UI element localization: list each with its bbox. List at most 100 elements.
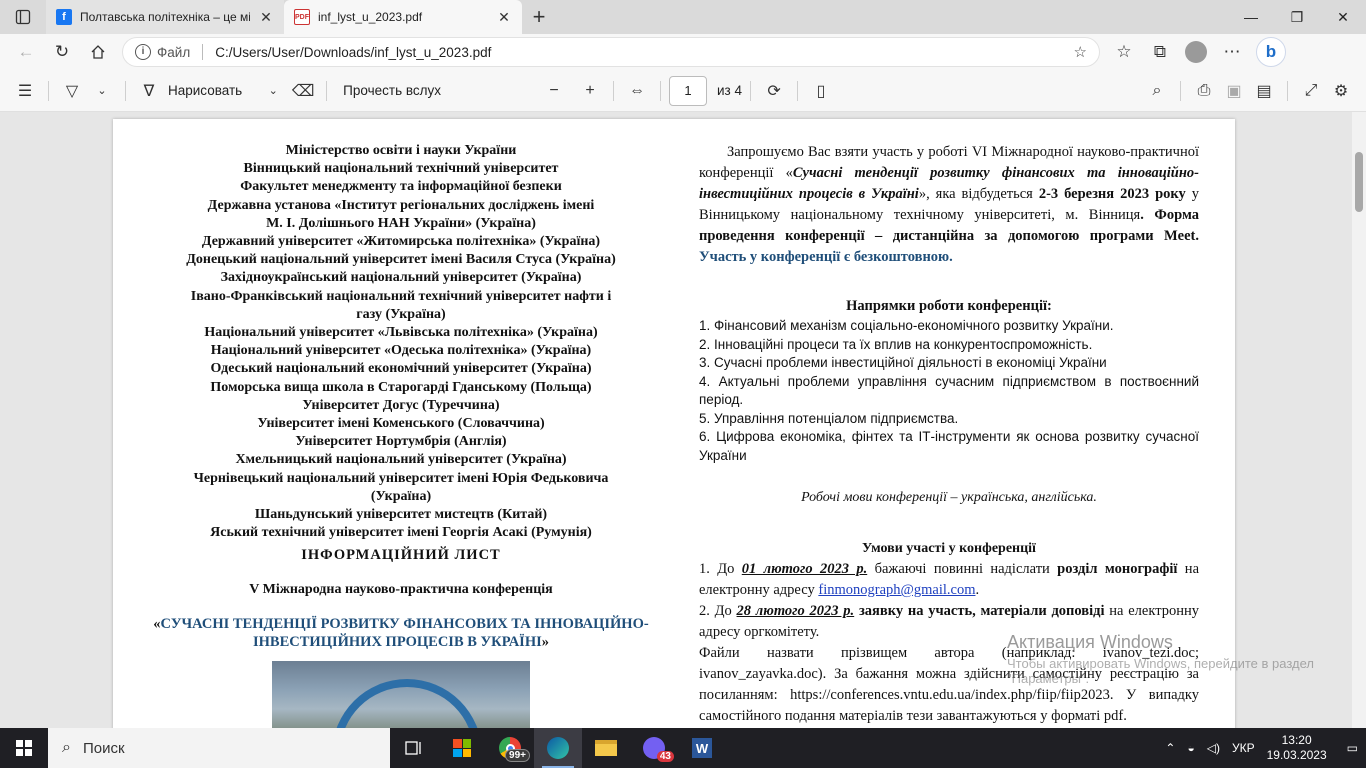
windows-activation-title: Активация Windows (1007, 632, 1173, 652)
clock-date: 19.03.2023 (1266, 748, 1327, 762)
conference-name: «СУЧАСНІ ТЕНДЕНЦІЇ РОЗВИТКУ ФІНАНСОВИХ Т… (153, 615, 649, 651)
read-aloud-button[interactable]: Прочесть вслух (343, 83, 441, 98)
direction-item: 3. Сучасні проблеми інвестиційної діяльн… (699, 355, 1107, 370)
rotate-icon[interactable]: ⟳ (759, 76, 789, 106)
directions-title: Напрямки роботи конференції: (846, 298, 1052, 314)
word-icon[interactable]: W (678, 728, 726, 768)
new-tab-button[interactable]: + (522, 0, 556, 34)
condition-1: 1. До 01 лютого 2023 р. бажаючі повинні … (699, 559, 1199, 601)
add-favorite-icon[interactable]: ☆ (1074, 43, 1087, 61)
close-tab-icon[interactable]: ✕ (258, 9, 274, 26)
minimize-icon[interactable]: — (1228, 0, 1274, 34)
pdf-toolbar: ☰ ▽ ⌄ ∇ Нарисовать ⌄ ⌫ Прочесть вслух − … (0, 70, 1366, 112)
language-indicator[interactable]: УКР (1232, 741, 1255, 755)
page-number-input[interactable]: 1 (669, 75, 708, 106)
print-icon[interactable]: ⎙ (1189, 76, 1219, 106)
store-icon[interactable] (438, 728, 486, 768)
network-icon[interactable]: ◒ (1187, 741, 1194, 755)
quote-close: » (541, 634, 549, 651)
contents-icon[interactable]: ☰ (10, 76, 40, 106)
favorites-icon[interactable]: ☆ (1106, 37, 1142, 67)
cond1-date: 01 лютого 2023 р. (741, 561, 868, 577)
scrollbar-thumb[interactable] (1355, 152, 1363, 212)
organization-line: Університет Догус (Туреччина) (302, 397, 500, 413)
profile-avatar[interactable] (1185, 41, 1207, 63)
fullscreen-icon[interactable]: ⤢ (1296, 76, 1326, 106)
highlight-icon[interactable]: ▽ (57, 76, 87, 106)
close-window-icon[interactable]: ✕ (1320, 0, 1366, 34)
organization-line: газу (Україна) (356, 306, 446, 322)
collections-icon[interactable]: ⧉ (1142, 37, 1178, 67)
organization-line: Університет імені Коменського (Словаччин… (257, 416, 545, 432)
file-explorer-icon[interactable] (582, 728, 630, 768)
clock[interactable]: 13:20 19.03.2023 (1267, 733, 1327, 763)
divider (797, 80, 799, 101)
invite-dates: 2-3 березня 2023 року (1038, 186, 1186, 202)
settings-icon[interactable]: ⚙ (1326, 76, 1356, 106)
organization-line: Державний університет «Житомирська політ… (201, 234, 601, 250)
tab-pdf[interactable]: PDF inf_lyst_u_2023.pdf ✕ (284, 0, 522, 34)
page-view-icon[interactable]: ▯ (806, 76, 836, 106)
tab-strip: f Полтавська політехніка – це міс ✕ PDF … (0, 0, 1366, 34)
show-hidden-icons-icon[interactable]: ⌃ (1165, 741, 1175, 755)
address-bar[interactable]: i Файл C:/Users/User/Downloads/inf_lyst_… (122, 37, 1100, 67)
zoom-in-icon[interactable]: + (575, 76, 605, 106)
edge-icon[interactable] (534, 728, 582, 768)
cond2-date: 28 лютого 2023 р. (736, 603, 855, 619)
organization-line: Хмельницький національний університет (У… (235, 452, 567, 468)
save-as-icon[interactable]: ▤ (1249, 76, 1279, 106)
university-photo (272, 661, 530, 728)
viber-icon[interactable]: 43 (630, 728, 678, 768)
notifications-icon[interactable]: ▭ (1347, 741, 1358, 755)
tab-actions-icon (15, 9, 31, 25)
chrome-badge: 99+ (505, 749, 530, 762)
search-icon[interactable]: ⌕ (1142, 76, 1172, 106)
organization-line: Міністерство освіти і науки України (285, 143, 517, 158)
start-button[interactable] (0, 728, 48, 768)
pdf-icon: PDF (294, 9, 310, 25)
volume-icon[interactable]: ◁) (1207, 741, 1220, 755)
organization-line: (Україна) (370, 488, 432, 504)
scrollbar[interactable] (1352, 112, 1366, 728)
restore-icon[interactable]: ❐ (1274, 0, 1320, 34)
divider (750, 80, 752, 101)
directions-list: 1. Фінансовий механізм соціально-економі… (699, 317, 1199, 465)
site-info-icon[interactable]: i (135, 44, 151, 60)
organization-line: Поморська вища школа в Старогарді Гдансь… (210, 379, 592, 395)
bing-icon[interactable]: b (1256, 37, 1286, 67)
conference-name-text: СУЧАСНІ ТЕНДЕНЦІЇ РОЗВИТКУ ФІНАНСОВИХ ТА… (160, 615, 649, 651)
clock-time: 13:20 (1281, 733, 1312, 747)
fit-width-icon[interactable]: ⇔ (622, 76, 652, 106)
email-link[interactable]: finmonograph@gmail.com (818, 582, 975, 598)
back-icon[interactable]: ← (8, 37, 44, 67)
tab-actions-button[interactable] (0, 0, 46, 34)
organization-line: Західноукраїнський національний універси… (220, 270, 582, 286)
direction-item: 1. Фінансовий механізм соціально-економі… (699, 318, 1114, 333)
save-icon[interactable]: ▣ (1219, 76, 1249, 106)
taskbar-search[interactable]: ⌕ Поиск (48, 728, 390, 768)
more-menu-icon[interactable]: ⋯ (1214, 37, 1250, 67)
windows-activation-subtitle: Чтобы активировать Windows, перейдите в … (1007, 656, 1314, 686)
languages-text: Робочі мови конференції – українська, ан… (801, 490, 1097, 505)
draw-button[interactable]: Нарисовать (168, 83, 242, 98)
divider (613, 80, 615, 101)
chrome-icon[interactable]: 99+ (486, 728, 534, 768)
close-tab-icon[interactable]: ✕ (496, 9, 512, 26)
arch-shape (332, 679, 482, 728)
task-view-icon[interactable] (390, 728, 438, 768)
invite-text-2: », яка відбудеться (918, 186, 1039, 202)
zoom-out-icon[interactable]: − (539, 76, 569, 106)
address-url[interactable]: C:/Users/User/Downloads/inf_lyst_u_2023.… (215, 45, 1073, 60)
draw-icon[interactable]: ∇ (134, 76, 164, 106)
organization-line: Донецький національний університет імені… (186, 252, 616, 268)
eraser-icon[interactable]: ⌫ (288, 76, 318, 106)
chevron-down-icon[interactable]: ⌄ (87, 76, 117, 106)
address-scheme-label: Файл (157, 44, 191, 60)
home-icon[interactable] (80, 37, 116, 67)
chevron-down-icon[interactable]: ⌄ (258, 76, 288, 106)
cond1-end: . (975, 582, 980, 598)
divider (48, 80, 49, 101)
tab-facebook[interactable]: f Полтавська політехніка – це міс ✕ (46, 0, 284, 34)
refresh-icon[interactable]: ↻ (44, 37, 80, 67)
organization-line: Університет Нортумбрія (Англія) (295, 434, 507, 450)
